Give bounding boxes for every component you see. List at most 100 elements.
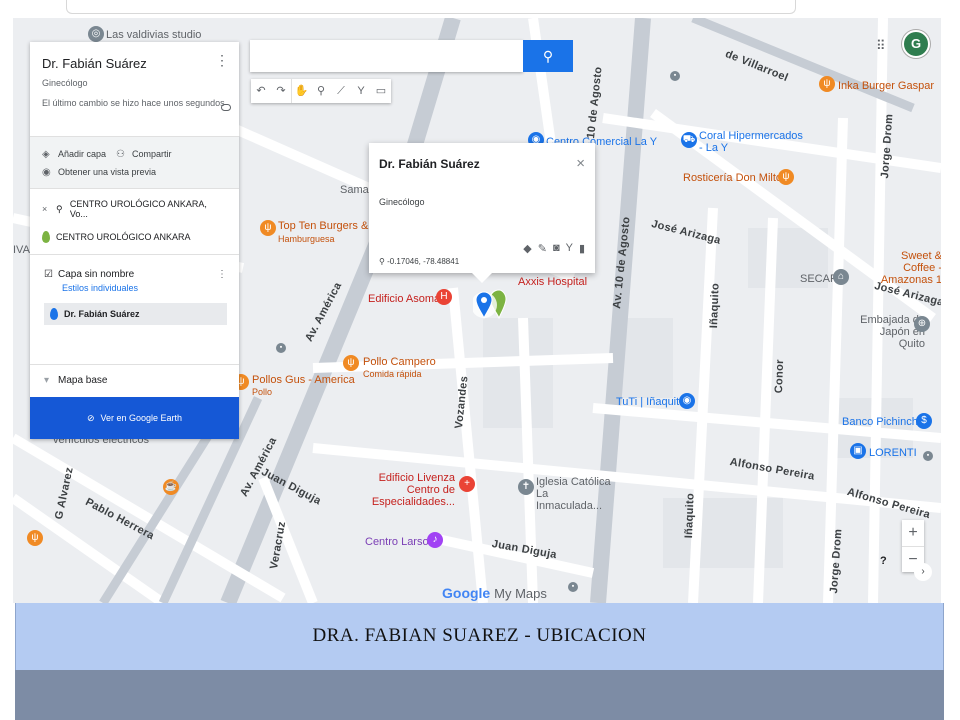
map-marker-icon[interactable] (473, 288, 509, 322)
place-iglesia[interactable]: Iglesia Católica La Inmaculada... (536, 476, 616, 512)
restaurant-icon[interactable]: ψ (260, 220, 276, 236)
search-icon: ⚲ (542, 48, 554, 64)
search-icon: ⚲ (55, 203, 63, 214)
map-title[interactable]: Dr. Fabián Suárez (42, 56, 227, 71)
popup-coordinates: ⚲ -0.17046, -78.48841 (379, 257, 459, 266)
coordinates-text: -0.17046, -78.48841 (387, 257, 460, 266)
place-info-popup: Dr. Fabián Suárez × Ginecólogo ◆ ✎ ◙ Y ▮… (369, 143, 595, 283)
panel-header: Dr. Fabián Suárez Ginecólogo El último c… (30, 42, 239, 136)
draw-line-icon[interactable]: ⟋ (331, 79, 351, 103)
layer-item[interactable]: Dr. Fabián Suárez (44, 303, 227, 325)
place-tuti[interactable]: TuTi | Iñaquito (616, 396, 685, 408)
place-top-ten-category: Hamburguesa (278, 234, 335, 244)
close-icon[interactable]: × (42, 204, 56, 214)
base-map-section[interactable]: ▾ Mapa base (30, 364, 239, 396)
place-pollo-campero[interactable]: Pollo Campero (363, 356, 436, 368)
building-icon[interactable]: ⌂ (833, 269, 849, 285)
map-description[interactable]: Ginecólogo (42, 78, 227, 88)
place-las-valdivias[interactable]: Las valdivias studio (106, 29, 201, 41)
place-secap[interactable]: SECAP (800, 273, 837, 285)
street-label-conor: Conor (773, 359, 787, 394)
place-pollos-gus[interactable]: Pollos Gus - America (252, 374, 355, 386)
trash-icon[interactable]: ▮ (579, 242, 585, 255)
hospital-icon[interactable]: H (436, 289, 452, 305)
music-icon[interactable]: ♪ (427, 532, 443, 548)
restaurant-icon[interactable]: ψ (27, 530, 43, 546)
slide-caption: DRA. FABIAN SUAREZ - UBICACION (312, 625, 647, 646)
close-icon[interactable]: × (576, 155, 585, 172)
popup-toolbar: ◆ ✎ ◙ Y ▮ (523, 242, 585, 255)
studio-icon[interactable]: ◎ (88, 26, 104, 42)
more-options-icon[interactable]: ⋮ (215, 53, 229, 67)
street-label-inaquito: Iñaquito (708, 282, 722, 329)
hand-icon[interactable]: ✋ (291, 79, 311, 103)
layers-icon: ◈ (42, 149, 50, 160)
bank-icon[interactable]: $ (916, 413, 932, 429)
directions-icon[interactable]: Y (566, 242, 573, 255)
place-iva[interactable]: IVA (13, 244, 30, 256)
place-edificio-asoma[interactable]: Edificio Asoma (368, 293, 440, 305)
ruler-icon[interactable]: ▭ (371, 79, 391, 103)
zoom-in-button[interactable]: + (902, 520, 924, 546)
search-result-query[interactable]: CENTRO UROLÓGICO ANKARA, Vo... (70, 199, 227, 219)
place-sweet-coffee[interactable]: Sweet & Coffee - Amazonas 1 (870, 250, 941, 286)
add-person-icon: ⚇ (116, 149, 126, 160)
share-button[interactable]: Compartir (132, 149, 172, 159)
place-rosticeria[interactable]: Rosticería Don Milton (683, 172, 788, 184)
restaurant-icon[interactable]: ψ (343, 355, 359, 371)
apps-grid-icon[interactable]: ⠿ (876, 38, 886, 54)
bus-stop-icon[interactable]: ▪ (276, 343, 286, 353)
medical-icon[interactable]: + (459, 476, 475, 492)
layer-checkbox[interactable]: ☑ (44, 269, 58, 280)
logo-mymaps-text: My Maps (494, 586, 547, 601)
shopping-bag-icon[interactable]: ▣ (850, 443, 866, 459)
redo-icon[interactable]: ↷ (271, 79, 291, 103)
layer-item-label: Dr. Fabián Suárez (64, 309, 140, 319)
place-axxis[interactable]: Axxis Hospital (518, 276, 587, 288)
place-pollos-gus-category: Pollo (252, 387, 273, 397)
base-map-label[interactable]: Mapa base (58, 375, 107, 386)
bus-stop-icon[interactable]: ▪ (568, 582, 578, 592)
layer-name[interactable]: Capa sin nombre (58, 269, 134, 280)
search-result-item[interactable]: CENTRO UROLÓGICO ANKARA (56, 232, 191, 242)
directions-icon[interactable]: Y (351, 79, 371, 103)
map-toolbar: ↶ ↷ ✋ ⚲ ⟋ Y ▭ (251, 79, 391, 103)
bus-stop-icon[interactable]: ▪ (670, 71, 680, 81)
layer-style-link[interactable]: Estilos individuales (62, 283, 227, 293)
paint-bucket-icon[interactable]: ◆ (523, 242, 531, 255)
place-edificio-livenza[interactable]: Edificio Livenza Centro de Especialidade… (355, 472, 455, 508)
preview-eye-icon: ◉ (42, 167, 51, 178)
place-inka-burger[interactable]: Inka Burger Gaspar (838, 80, 934, 92)
camera-icon[interactable]: ◙ (553, 242, 560, 255)
bus-stop-icon[interactable]: ▪ (923, 451, 933, 461)
popup-title: Dr. Fabián Suárez (379, 157, 480, 171)
place-coral[interactable]: Coral Hipermercados - La Y (699, 130, 804, 154)
footer-band (15, 670, 944, 720)
restaurant-icon[interactable]: ψ (819, 76, 835, 92)
pencil-icon[interactable]: ✎ (538, 242, 547, 255)
chevron-right-icon[interactable]: › (914, 563, 932, 581)
avatar[interactable]: G (902, 30, 930, 58)
embassy-icon[interactable]: ⊕ (914, 316, 930, 332)
cafe-icon[interactable]: ☕ (163, 479, 179, 495)
caption-band: DRA. FABIAN SUAREZ - UBICACION (15, 603, 944, 670)
search-button[interactable]: ⚲ (523, 40, 573, 72)
church-icon[interactable]: ✝ (518, 479, 534, 495)
place-lorenti[interactable]: LORENTI (869, 447, 917, 459)
google-earth-button[interactable]: ⊘ Ver en Google Earth (30, 397, 239, 439)
add-marker-icon[interactable]: ⚲ (311, 79, 331, 103)
place-banco-pichincha[interactable]: Banco Pichincha (842, 416, 924, 428)
place-centro-larson[interactable]: Centro Larson (365, 536, 435, 548)
add-layer-button[interactable]: Añadir capa (58, 149, 106, 159)
layer-options-icon[interactable]: ⋮ (217, 269, 227, 280)
help-icon[interactable]: ? (880, 555, 887, 567)
preview-button[interactable]: Obtener una vista previa (58, 167, 156, 177)
restaurant-icon[interactable]: ψ (778, 169, 794, 185)
search-input[interactable] (250, 40, 523, 72)
cart-icon[interactable]: ⛟ (681, 132, 697, 148)
map-side-panel: Dr. Fabián Suárez Ginecólogo El último c… (30, 42, 239, 439)
base-map-chevron-icon[interactable]: ▾ (44, 375, 58, 386)
undo-icon[interactable]: ↶ (251, 79, 271, 103)
store-icon[interactable]: ◉ (679, 393, 695, 409)
google-earth-label: Ver en Google Earth (100, 413, 183, 423)
